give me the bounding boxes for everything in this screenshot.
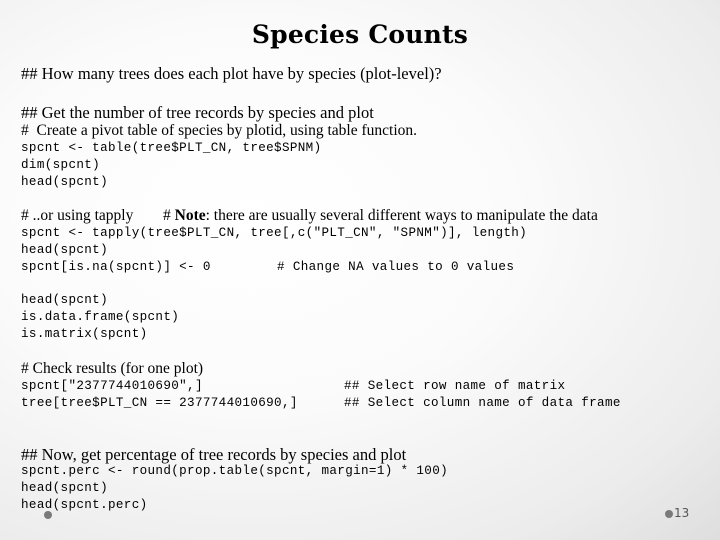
code-line: spcnt <- tapply(tree$PLT_CN, tree[,c("PL… [21,226,528,240]
code-line: dim(spcnt) [21,158,101,172]
section4-comment: # Check results (for one plot) [21,360,204,377]
code-line: spcnt["2377744010690",] [21,379,203,393]
section1-comment: # Create a pivot table of species by plo… [21,122,418,139]
question-text: ## How many trees does each plot have by… [21,64,442,83]
note-text: # Note: there are usually several differ… [163,207,598,225]
decorative-dot-icon [44,511,52,519]
section5-heading: ## Now, get percentage of tree records b… [21,445,407,464]
code-line: head(spcnt) [21,293,108,307]
inline-comment: ## Select column name of data frame [344,396,621,410]
note-label: Note [174,207,206,224]
page-number: 13 [674,506,690,520]
code-line: is.data.frame(spcnt) [21,310,180,324]
section1-heading: ## Get the number of tree records by spe… [21,103,374,122]
note-hash: # [163,207,175,224]
code-line: head(spcnt) [21,481,108,495]
section2-comment: # ..or using tapply [21,207,134,224]
code-line: tree[tree$PLT_CN == 2377744010690,] [21,396,298,410]
code-line: head(spcnt) [21,243,108,257]
slide-title: Species Counts [251,20,469,49]
code-line: spcnt <- table(tree$PLT_CN, tree$SPNM) [21,141,322,155]
inline-comment: # Change NA values to 0 values [277,260,515,274]
code-line: is.matrix(spcnt) [21,327,148,341]
code-line: head(spcnt.perc) [21,498,148,512]
decorative-dot-icon [665,510,673,518]
code-line: head(spcnt) [21,175,108,189]
code-line: spcnt.perc <- round(prop.table(spcnt, ma… [21,464,449,478]
note-body: : there are usually several different wa… [205,207,598,224]
code-line: spcnt[is.na(spcnt)] <- 0 [21,260,211,274]
inline-comment: ## Select row name of matrix [344,379,566,393]
